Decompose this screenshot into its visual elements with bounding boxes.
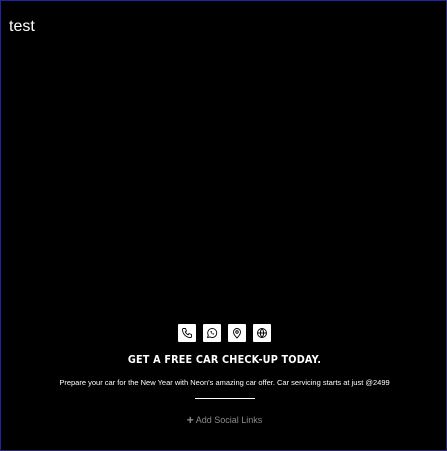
plus-icon: + (186, 413, 194, 427)
promo-description: Prepare your car for the New Year with N… (59, 378, 390, 387)
canvas-frame: test GET A FREE CAR CHECK-UP TODAY. Prep… (0, 0, 447, 451)
whatsapp-icon (207, 328, 218, 338)
phone-icon (182, 328, 192, 338)
divider (195, 398, 255, 399)
add-social-links-label: Add Social Links (195, 415, 263, 425)
phone-button[interactable] (178, 324, 196, 342)
location-pin-icon (233, 328, 241, 339)
website-button[interactable] (253, 324, 271, 342)
whatsapp-button[interactable] (203, 324, 221, 342)
contact-icon-row (178, 324, 271, 342)
globe-icon (257, 328, 267, 338)
page-title: test (9, 18, 35, 35)
add-social-links-button[interactable]: + Add Social Links (1, 413, 447, 427)
location-button[interactable] (228, 324, 246, 342)
promo-headline: GET A FREE CAR CHECK-UP TODAY. (127, 353, 322, 366)
